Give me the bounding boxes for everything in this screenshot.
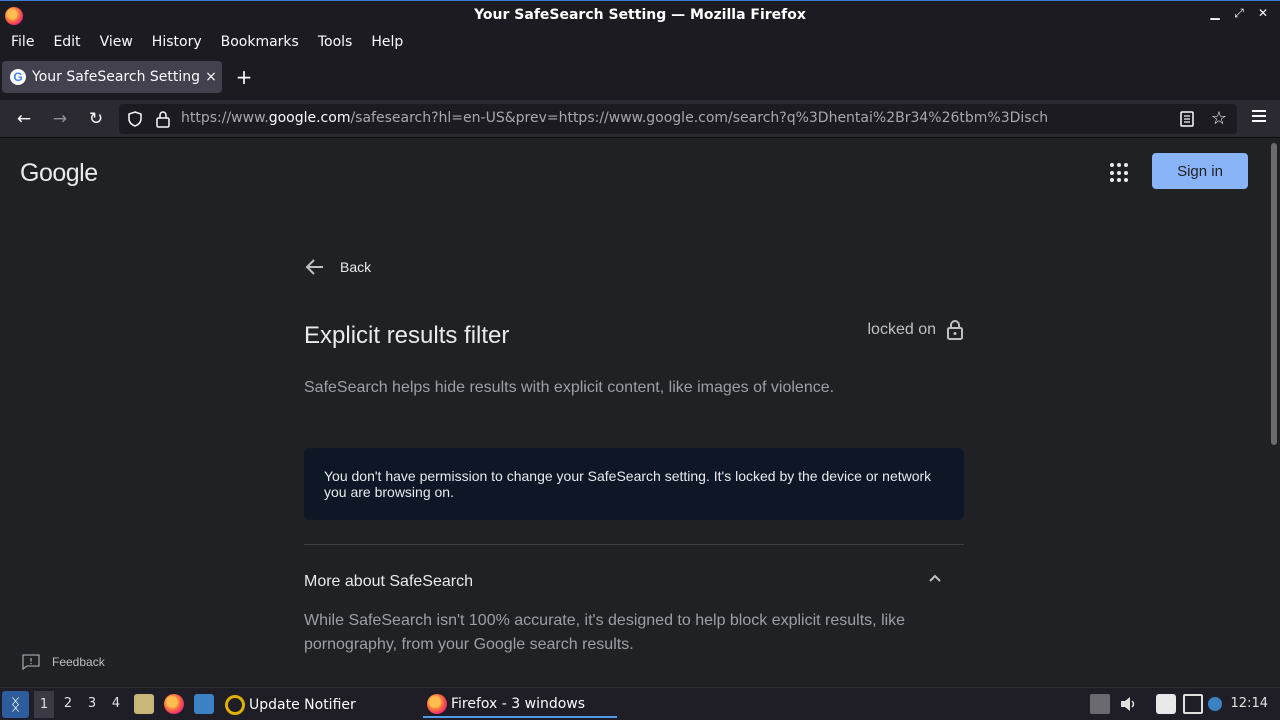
workspace-2[interactable]: 2: [58, 696, 78, 711]
lock-icon[interactable]: [155, 110, 171, 128]
divider: [304, 544, 964, 545]
tracking-protection-shield-icon[interactable]: [127, 111, 143, 127]
notification-icon[interactable]: [1208, 697, 1222, 711]
close-window-button[interactable]: ✕: [1256, 6, 1270, 21]
page-scrollbar[interactable]: [1268, 139, 1280, 687]
google-favicon-icon: G: [10, 69, 26, 85]
desktop-icon[interactable]: [194, 694, 214, 714]
start-menu-icon[interactable]: ᛝ: [2, 691, 29, 718]
tab-label: Your SafeSearch Setting: [32, 69, 200, 85]
window-title: Your SafeSearch Setting — Mozilla Firefo…: [474, 7, 806, 23]
sign-in-button[interactable]: Sign in: [1152, 153, 1248, 189]
back-link[interactable]: Back: [304, 256, 371, 278]
url-text[interactable]: https://www.google.com/safesearch?hl=en-…: [181, 110, 1048, 126]
google-apps-icon[interactable]: [1110, 163, 1130, 183]
navigation-toolbar: ← → ↻ https://www.google.com/safesearch?…: [0, 100, 1280, 138]
tab-close-icon[interactable]: ×: [200, 69, 222, 85]
page-content: Google Sign in Back Explicit results fil…: [0, 139, 1268, 687]
more-about-safesearch-header[interactable]: More about SafeSearch: [304, 573, 473, 591]
window-controls: ▁ ⤢ ✕: [1208, 6, 1270, 21]
firefox-task-icon: [427, 693, 447, 714]
forward-arrow-icon[interactable]: →: [48, 107, 72, 131]
minimize-button[interactable]: ▁: [1208, 6, 1222, 21]
padlock-icon: [947, 320, 963, 340]
locked-label: locked on: [867, 321, 937, 338]
page-title: Explicit results filter: [304, 322, 510, 349]
window-titlebar: Your SafeSearch Setting — Mozilla Firefo…: [0, 0, 1280, 29]
menu-file[interactable]: File: [3, 34, 42, 50]
url-path: /safesearch?hl=en-US&prev=https://www.go…: [350, 110, 1049, 126]
bookmark-star-icon[interactable]: ☆: [1211, 108, 1227, 129]
volume-icon[interactable]: [1118, 694, 1138, 714]
description-text: SafeSearch helps hide results with expli…: [304, 379, 835, 396]
firefox-icon: [5, 7, 23, 25]
back-label: Back: [340, 259, 372, 275]
app-menu-icon[interactable]: [1252, 110, 1266, 125]
tray-arrow-icon[interactable]: [1090, 694, 1110, 714]
back-arrow-icon[interactable]: ←: [12, 107, 36, 131]
chevron-up-icon[interactable]: [928, 573, 942, 583]
file-manager-icon[interactable]: [134, 694, 154, 714]
permission-notice: You don't have permission to change your…: [304, 448, 964, 520]
menu-bookmarks[interactable]: Bookmarks: [213, 34, 307, 50]
workspace-3[interactable]: 3: [82, 696, 102, 711]
feedback-icon: [22, 654, 40, 670]
workspace-1[interactable]: 1: [34, 691, 54, 718]
workspace-4[interactable]: 4: [106, 696, 126, 711]
update-notifier-task[interactable]: Update Notifier: [225, 691, 356, 718]
menu-bar: File Edit View History Bookmarks Tools H…: [0, 29, 1280, 55]
locked-status: locked on: [868, 319, 965, 341]
back-arrow-icon: [305, 259, 323, 275]
new-tab-button[interactable]: +: [233, 66, 255, 88]
scrollbar-thumb[interactable]: [1271, 143, 1277, 445]
clock[interactable]: 12:14: [1231, 696, 1268, 711]
firefox-task-label: Firefox - 3 windows: [451, 695, 586, 712]
firefox-task[interactable]: Firefox - 3 windows: [423, 691, 617, 718]
google-logo[interactable]: Google: [20, 159, 98, 188]
more-about-body: While SafeSearch isn't 100% accurate, it…: [304, 612, 906, 653]
menu-history[interactable]: History: [144, 34, 210, 50]
feedback-link[interactable]: Feedback: [22, 654, 105, 670]
menu-view[interactable]: View: [92, 34, 141, 50]
url-domain: google.com: [268, 110, 351, 126]
reload-icon[interactable]: ↻: [84, 107, 108, 131]
clipboard-icon[interactable]: [1156, 694, 1176, 714]
update-notifier-icon: [225, 694, 245, 715]
network-icon[interactable]: [1183, 694, 1203, 714]
menu-help[interactable]: Help: [363, 34, 411, 50]
url-bar[interactable]: https://www.google.com/safesearch?hl=en-…: [119, 104, 1237, 134]
url-prefix: https://www.: [181, 110, 269, 126]
tab-safesearch[interactable]: G Your SafeSearch Setting ×: [2, 61, 222, 93]
taskbar: ᛝ 1 2 3 4 Update Notifier Firefox - 3 wi…: [0, 687, 1280, 720]
restore-button[interactable]: ⤢: [1232, 6, 1246, 21]
firefox-launcher-icon[interactable]: [164, 694, 184, 714]
feedback-label: Feedback: [52, 655, 105, 669]
tab-strip: G Your SafeSearch Setting × +: [0, 55, 1280, 100]
update-notifier-label: Update Notifier: [249, 696, 356, 713]
reader-view-icon[interactable]: [1179, 110, 1195, 128]
menu-edit[interactable]: Edit: [45, 34, 88, 50]
menu-tools[interactable]: Tools: [310, 34, 361, 50]
